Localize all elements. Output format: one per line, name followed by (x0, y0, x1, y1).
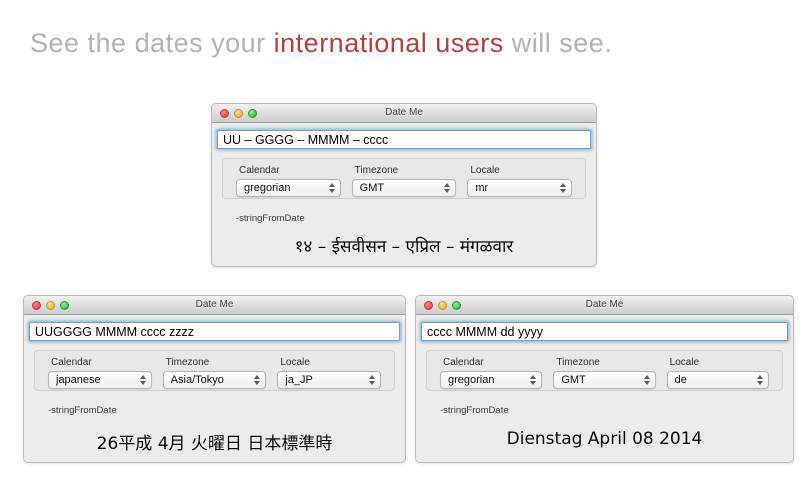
locale-popup[interactable]: de (666, 371, 769, 389)
timezone-popup-value: GMT (359, 182, 385, 194)
headline: See the dates your international users w… (30, 28, 612, 59)
locale-control: Locale mr (467, 163, 573, 198)
popup-stepper-icon (254, 375, 261, 385)
timezone-control: Timezone GMT (553, 355, 656, 390)
popup-stepper-icon (756, 375, 763, 385)
popup-stepper-icon (369, 375, 376, 385)
timezone-control: Timezone Asia/Tokyo (162, 355, 267, 390)
timezone-control: Timezone GMT (351, 163, 457, 198)
timezone-popup[interactable]: GMT (351, 179, 457, 197)
calendar-control: Calendar japanese (48, 355, 152, 390)
timezone-popup-value: Asia/Tokyo (170, 374, 224, 386)
calendar-label: Calendar (443, 357, 484, 368)
popup-stepper-icon (530, 375, 537, 385)
method-label: -stringFromDate (48, 405, 117, 416)
popup-stepper-icon (560, 183, 567, 193)
locale-label: Locale (470, 165, 500, 176)
window-title: Date Me (195, 299, 234, 310)
timezone-popup[interactable]: GMT (553, 371, 656, 389)
options-groupbox: Calendar gregorian Timezone GMT Locale m… (222, 158, 586, 199)
calendar-label: Calendar (239, 165, 280, 176)
method-label: -stringFromDate (440, 405, 509, 416)
headline-prefix: See the dates your (30, 28, 274, 58)
window-title: Date Me (385, 107, 423, 118)
timezone-label: Timezone (354, 165, 399, 176)
formatted-date-output: १४ – ईसवीसन – एप्रिल – मंगळवार (294, 237, 514, 257)
formatted-date-output: 26平成 4月 火曜日 日本標準時 (96, 434, 333, 454)
slide: See the dates your international users w… (0, 0, 800, 500)
locale-control: Locale ja_JP (277, 355, 382, 390)
calendar-popup-value: gregorian (448, 374, 495, 386)
timezone-label: Timezone (165, 357, 210, 368)
headline-highlight: international users (273, 28, 504, 58)
locale-popup-value: ja_JP (285, 374, 313, 386)
options-groupbox: Calendar gregorian Timezone GMT Locale d… (426, 350, 783, 391)
calendar-popup[interactable]: japanese (48, 371, 152, 389)
popup-stepper-icon (643, 375, 650, 385)
calendar-control: Calendar gregorian (440, 355, 543, 390)
timezone-label: Timezone (556, 357, 600, 368)
calendar-popup-value: gregorian (244, 182, 291, 194)
calendar-label: Calendar (51, 357, 92, 368)
window-date-me-japanese: Date Me Calendar japanese Timezone Asia/… (23, 295, 406, 463)
titlebar[interactable]: Date Me (212, 104, 596, 123)
locale-popup-value: mr (475, 182, 489, 194)
titlebar[interactable]: Date Me (24, 296, 405, 315)
locale-control: Locale de (666, 355, 769, 390)
locale-popup-value: de (674, 374, 687, 386)
popup-stepper-icon (444, 183, 451, 193)
locale-popup[interactable]: ja_JP (277, 371, 382, 389)
formatted-date-output: Dienstag April 08 2014 (506, 429, 703, 449)
locale-label: Locale (280, 357, 310, 368)
locale-label: Locale (669, 357, 700, 368)
date-format-input[interactable] (217, 130, 591, 149)
method-label: -stringFromDate (236, 213, 305, 224)
titlebar[interactable]: Date Me (416, 296, 793, 315)
calendar-popup[interactable]: gregorian (236, 179, 341, 197)
locale-popup[interactable]: mr (467, 179, 573, 197)
calendar-popup-value: japanese (56, 374, 101, 386)
popup-stepper-icon (328, 183, 335, 193)
window-date-me-marathi: Date Me Calendar gregorian Timezone GMT … (211, 103, 597, 267)
window-date-me-german: Date Me Calendar gregorian Timezone GMT … (415, 295, 794, 463)
popup-stepper-icon (139, 375, 146, 385)
options-groupbox: Calendar japanese Timezone Asia/Tokyo Lo… (34, 350, 395, 391)
timezone-popup[interactable]: Asia/Tokyo (162, 371, 267, 389)
date-format-input[interactable] (421, 322, 788, 341)
calendar-control: Calendar gregorian (236, 163, 341, 198)
timezone-popup-value: GMT (561, 374, 586, 386)
window-title: Date Me (585, 299, 624, 310)
headline-suffix: will see. (503, 28, 613, 58)
calendar-popup[interactable]: gregorian (440, 371, 543, 389)
date-format-input[interactable] (29, 322, 400, 341)
